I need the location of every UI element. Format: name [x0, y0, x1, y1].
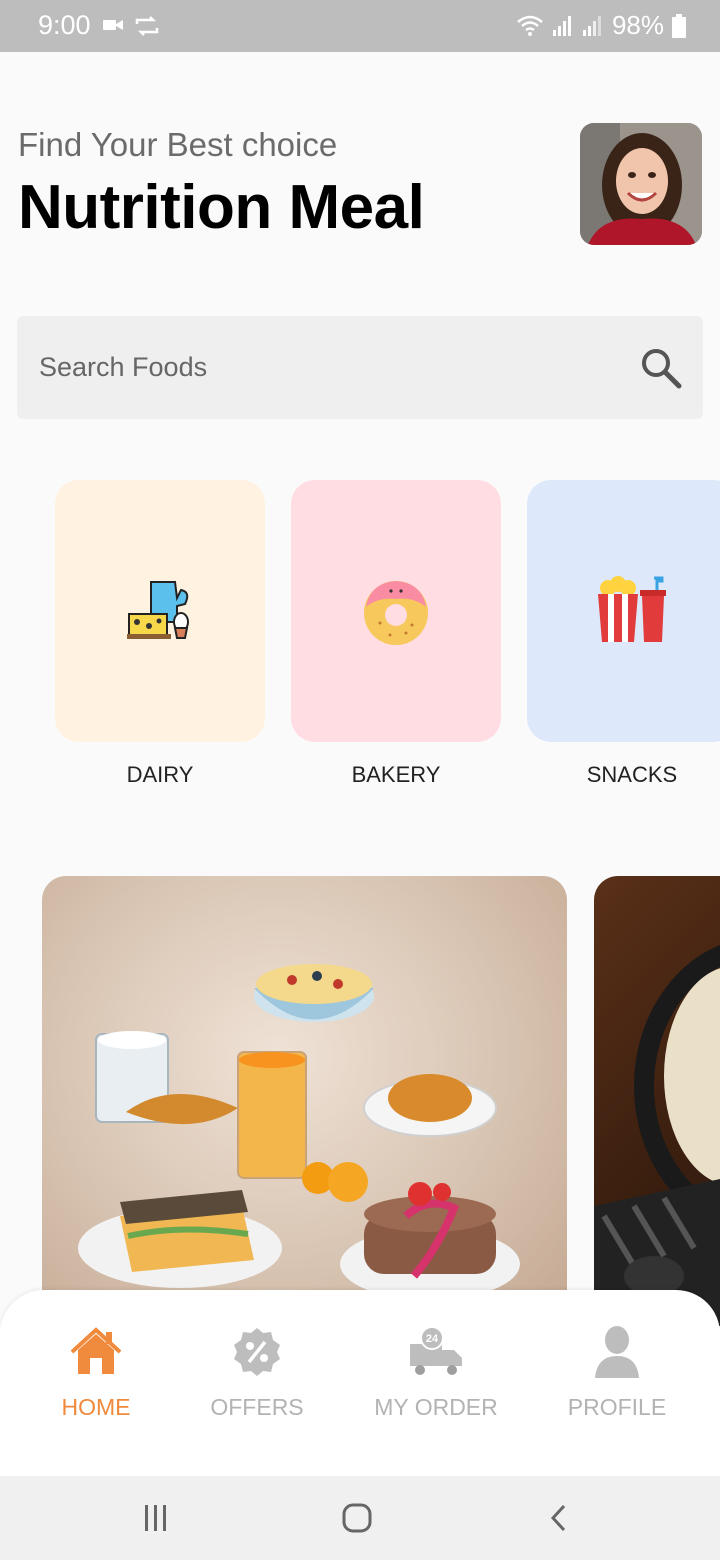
back-icon[interactable]	[548, 1504, 570, 1532]
signal-icon	[552, 15, 571, 36]
search-box	[17, 316, 703, 419]
page-title: Nutrition Meal	[18, 173, 425, 242]
meal-card-skillet[interactable]	[594, 876, 720, 1326]
home-nav-icon[interactable]	[342, 1503, 372, 1533]
category-label: DAIRY	[126, 762, 194, 787]
avatar[interactable]	[580, 123, 702, 245]
system-nav-bar	[0, 1476, 720, 1560]
nav-profile[interactable]: PROFILE	[527, 1324, 707, 1421]
status-right: 98%	[516, 10, 686, 41]
category-bakery[interactable]: BAKERY	[291, 480, 501, 788]
svg-text:24: 24	[426, 1333, 439, 1345]
donut-icon	[364, 581, 428, 645]
search-icon[interactable]	[639, 346, 683, 390]
wifi-icon	[517, 15, 543, 36]
video-camera-icon	[103, 20, 123, 30]
category-card[interactable]	[55, 480, 265, 742]
nav-my-order[interactable]: 24 MY ORDER	[346, 1324, 526, 1421]
category-card[interactable]	[291, 480, 501, 742]
delivery-truck-icon: 24	[410, 1326, 462, 1375]
dairy-icon	[127, 581, 189, 639]
skillet-illustration	[594, 944, 720, 1326]
category-snacks[interactable]: SNACKS	[527, 480, 720, 788]
nav-home[interactable]: HOME	[6, 1324, 186, 1421]
user-icon	[595, 1326, 639, 1378]
category-label: BAKERY	[351, 762, 441, 787]
category-label: SNACKS	[586, 762, 678, 787]
nav-label: OFFERS	[210, 1394, 304, 1420]
bottom-nav: HOME OFFERS 24 MY ORDER PROFILE	[0, 1290, 720, 1476]
recent-apps-icon[interactable]	[142, 1504, 170, 1532]
nav-offers[interactable]: OFFERS	[167, 1324, 347, 1421]
nav-label: MY ORDER	[374, 1394, 498, 1420]
status-left-icons	[102, 14, 160, 38]
popcorn-soda-icon	[598, 576, 666, 642]
battery-icon	[672, 13, 686, 38]
category-dairy[interactable]: DAIRY	[55, 480, 265, 788]
header-subtitle: Find Your Best choice	[18, 126, 338, 163]
home-icon	[70, 1327, 122, 1374]
meal-card-breakfast[interactable]	[42, 876, 567, 1326]
signal-icon-2	[582, 15, 601, 36]
category-card[interactable]	[527, 480, 720, 742]
battery-percent: 98%	[611, 10, 664, 40]
breakfast-illustration	[78, 964, 520, 1300]
nav-label: PROFILE	[567, 1394, 667, 1420]
sync-icon	[135, 16, 159, 36]
status-bar: 9:00 98%	[0, 0, 720, 52]
avatar-photo	[580, 123, 702, 245]
status-time: 9:00	[38, 10, 91, 40]
discount-badge-icon	[234, 1328, 280, 1376]
nav-label: HOME	[61, 1394, 131, 1420]
category-list: DAIRY BAKERY SNACKS	[55, 480, 720, 810]
search-input[interactable]	[39, 316, 619, 419]
